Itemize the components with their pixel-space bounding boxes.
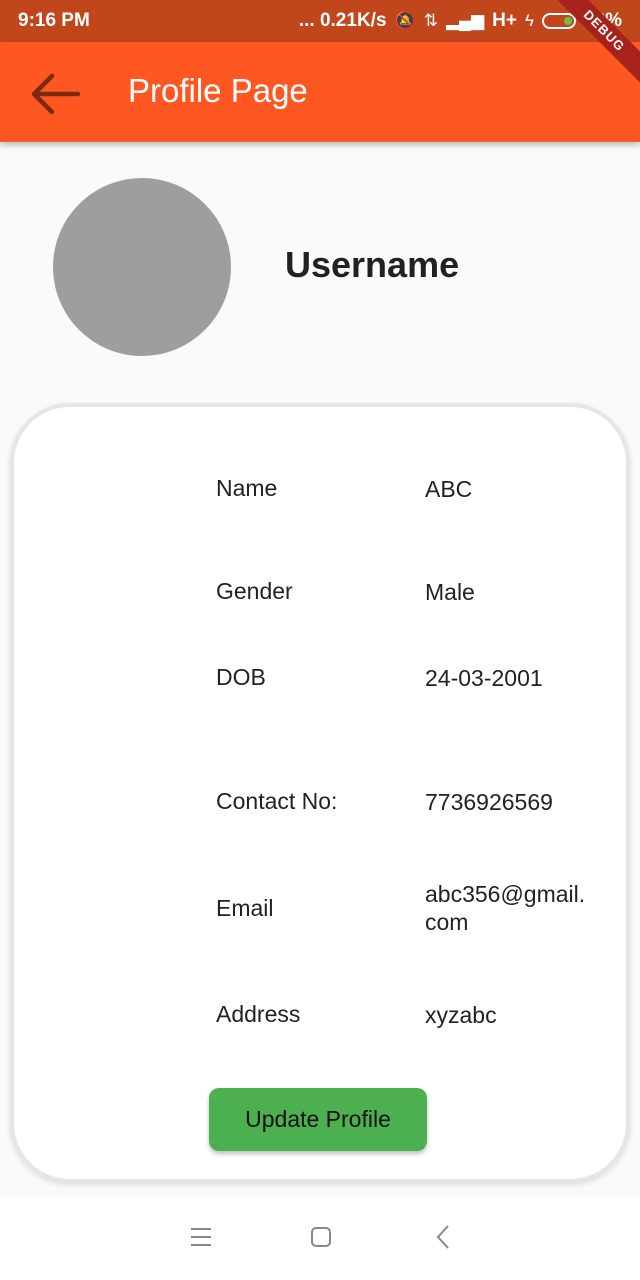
mute-icon: 🔕 bbox=[394, 11, 416, 30]
data-transfer-icon: ⇅ bbox=[423, 11, 438, 30]
system-nav-bar bbox=[0, 1196, 640, 1280]
network-type: H+ bbox=[492, 10, 517, 31]
update-profile-button[interactable]: Update Profile bbox=[209, 1088, 427, 1151]
email-value: abc356@gmail.com bbox=[425, 881, 586, 935]
app-bar: Profile Page bbox=[0, 42, 640, 142]
arrow-back-icon bbox=[31, 73, 80, 115]
name-label: Name bbox=[216, 475, 278, 501]
back-button[interactable] bbox=[24, 64, 84, 124]
signal-icon: ▂▄▆ bbox=[445, 11, 485, 30]
email-label: Email bbox=[216, 895, 274, 921]
avatar bbox=[53, 178, 231, 356]
dob-label: DOB bbox=[216, 664, 266, 690]
chevron-left-icon bbox=[436, 1225, 449, 1249]
battery-icon bbox=[541, 13, 576, 29]
back-nav-button[interactable] bbox=[428, 1222, 458, 1252]
gender-label: Gender bbox=[216, 578, 293, 604]
contact-value: 7736926569 bbox=[425, 789, 553, 815]
address-value: xyzabc bbox=[425, 1002, 497, 1028]
menu-icon bbox=[191, 1228, 211, 1246]
status-time: 9:16 PM bbox=[18, 10, 90, 31]
gender-value: Male bbox=[425, 579, 475, 605]
address-label: Address bbox=[216, 1001, 301, 1027]
home-icon bbox=[311, 1227, 331, 1247]
contact-label: Contact No: bbox=[216, 788, 338, 814]
name-value: ABC bbox=[425, 476, 473, 502]
charging-icon: ϟ bbox=[524, 11, 534, 30]
home-button[interactable] bbox=[306, 1222, 336, 1252]
network-speed: ... 0.21K/s bbox=[298, 10, 387, 31]
username: Username bbox=[285, 244, 460, 285]
status-bar: 9:16 PM ... 0.21K/s 🔕 ⇅ ▂▄▆ H+ ϟ 13% bbox=[0, 0, 640, 42]
page-title: Profile Page bbox=[128, 72, 308, 109]
menu-button[interactable] bbox=[186, 1222, 216, 1252]
dob-value: 24-03-2001 bbox=[425, 665, 543, 691]
